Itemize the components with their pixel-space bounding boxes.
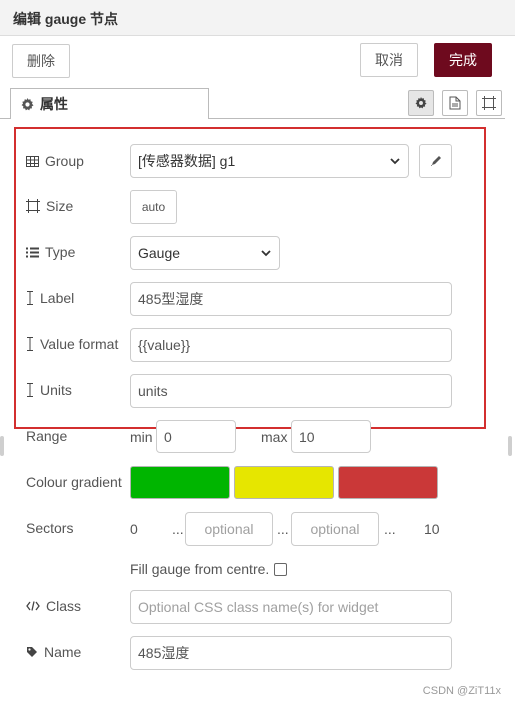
frame-icon	[482, 96, 496, 110]
class-label: Class	[26, 596, 81, 616]
sectors-end-value: 10	[424, 521, 440, 537]
text-cursor-icon	[26, 337, 34, 351]
watermark: CSDN @ZiT11x	[422, 685, 501, 697]
table-icon	[26, 155, 39, 167]
class-input[interactable]: Optional CSS class name(s) for widget	[130, 590, 452, 624]
range-min-label: min	[130, 429, 153, 445]
range-min-input[interactable]: 0	[156, 420, 236, 453]
range-label: Range	[26, 428, 68, 444]
units-input[interactable]: units	[130, 374, 452, 408]
document-icon	[449, 96, 461, 110]
range-max-input[interactable]: 10	[291, 420, 371, 453]
name-label: Name	[26, 642, 81, 662]
code-icon	[26, 601, 40, 611]
label-label: Label	[26, 288, 74, 308]
tag-icon	[26, 646, 38, 658]
tab-divider	[0, 118, 10, 119]
tab-description-button[interactable]	[442, 90, 468, 116]
name-input[interactable]: 485湿度	[130, 636, 452, 670]
value-format-input[interactable]: {{value}}	[130, 328, 452, 362]
resize-handle-left[interactable]	[0, 436, 4, 456]
frame-icon	[26, 199, 40, 213]
value-format-label: Value format	[26, 334, 118, 354]
resize-handle-right[interactable]	[508, 436, 512, 456]
tab-properties-label: 属性	[40, 96, 68, 112]
tab-settings-button[interactable]	[408, 90, 434, 116]
sectors-dots: ...	[172, 521, 184, 537]
tab-properties[interactable]: 属性	[10, 88, 209, 119]
gear-icon	[21, 97, 34, 111]
sectors-dots: ...	[384, 521, 396, 537]
cancel-button[interactable]: 取消	[360, 43, 418, 77]
list-icon	[26, 247, 39, 258]
fill-gauge-checkbox[interactable]	[274, 563, 287, 576]
units-label: Units	[26, 380, 72, 400]
gear-icon	[415, 97, 427, 109]
chevron-down-icon	[390, 157, 400, 165]
sectors-label: Sectors	[26, 520, 74, 536]
size-label: Size	[26, 196, 73, 216]
range-max-label: max	[261, 429, 288, 445]
tab-divider	[209, 118, 505, 119]
colour-swatch-high[interactable]	[338, 466, 438, 499]
chevron-down-icon	[261, 249, 271, 257]
colour-swatch-mid[interactable]	[234, 466, 334, 499]
edit-group-button[interactable]	[419, 144, 452, 178]
text-cursor-icon	[26, 291, 34, 305]
sectors-start-value: 0	[130, 521, 138, 537]
type-select[interactable]: Gauge	[130, 236, 280, 270]
type-label: Type	[26, 242, 75, 262]
label-input[interactable]: 485型湿度	[130, 282, 452, 316]
group-select[interactable]: [传感器数据] g1	[130, 144, 409, 178]
sector-2-input[interactable]: optional	[291, 512, 379, 546]
group-label: Group	[26, 151, 84, 171]
colour-swatch-low[interactable]	[130, 466, 230, 499]
colour-gradient-label: Colour gradient	[26, 474, 122, 490]
size-button[interactable]: auto	[130, 190, 177, 224]
dialog-title: 编辑 gauge 节点	[13, 11, 119, 27]
delete-button[interactable]: 删除	[12, 44, 70, 78]
done-button[interactable]: 完成	[434, 43, 492, 77]
sectors-dots: ...	[277, 521, 289, 537]
sector-1-input[interactable]: optional	[185, 512, 273, 546]
tab-appearance-button[interactable]	[476, 90, 502, 116]
text-cursor-icon	[26, 383, 34, 397]
pencil-icon	[430, 155, 442, 167]
fill-gauge-label: Fill gauge from centre.	[130, 561, 270, 577]
